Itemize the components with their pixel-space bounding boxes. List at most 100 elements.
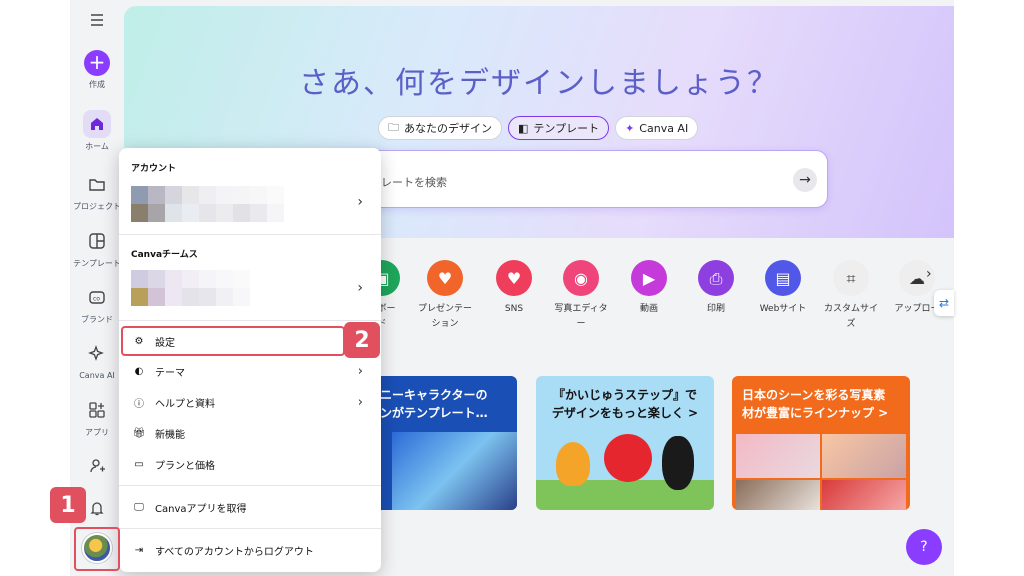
chevron-right-icon: › [357,394,363,410]
sidebar-item-canva-ai[interactable]: Canva AI [70,340,124,380]
photo-thumbnail [822,434,906,478]
promo-card-disney[interactable]: ズニーキャラクターの インがテンプレート… [362,376,517,510]
tab-canva-ai[interactable]: ✦ Canva AI [615,116,699,140]
hamburger-menu-icon[interactable] [70,14,124,28]
menu-item-label: テーマ [155,367,185,379]
category-label: SNS [504,304,524,314]
promo-card-kaijuu[interactable]: 『かいじゅうステップ』で デザインをもっと楽しく > [536,376,714,510]
divider [119,234,381,235]
menu-item-label: プランと価格 [155,460,215,472]
website-icon: ▤ [765,260,801,296]
category-photo-editor[interactable]: ◉ 写真エディタ ー [546,260,616,332]
menu-item-label: 新機能 [155,429,185,441]
help-button[interactable]: ? [906,529,942,565]
create-button[interactable]: + 作成 [70,50,124,90]
tab-label: テンプレート [533,122,600,135]
sidebar-item-label: プロジェクト [73,202,121,211]
sidebar-item-label: Canva AI [79,371,115,380]
avatar-highlight [74,527,120,571]
photo-thumbnail [736,480,820,510]
category-presentation[interactable]: ♥ プレゼンテー ション [410,260,480,332]
tab-label: Canva AI [639,121,689,135]
sidebar-item-projects[interactable]: プロジェクト [70,170,124,212]
account-menu: アカウント › Canvaチームス › ⚙ 設定 ◐ テーマ › ⓘ ヘルプと資… [119,148,381,572]
template-icon: ◧ [518,121,529,135]
team-header: Canvaチームス [131,250,198,260]
chevron-right-icon[interactable]: › [357,194,363,210]
divider [119,528,381,529]
menu-item-label: ヘルプと資料 [155,398,215,410]
folder-icon: 🗀 [388,120,399,134]
chevron-right-icon[interactable]: › [926,266,932,282]
photo-thumbnail [822,480,906,510]
page-title: さあ、何をデザインしましょう？ [299,66,779,101]
menu-item-theme[interactable]: ◐ テーマ › [131,360,371,382]
step-badge-1: 1 [50,487,86,523]
category-label: 印刷 [706,304,725,314]
crop-icon: ⌗ [833,260,869,296]
gift-icon: 🎁︎ [132,427,146,439]
sidebar-item-brand[interactable]: co ブランド [70,283,124,325]
create-label: 作成 [89,80,105,89]
category-label: Webサイト [759,304,807,314]
logout-icon: ⇥ [134,544,144,556]
chevron-right-icon[interactable]: › [357,280,363,296]
tab-label: あなたのデザイン [404,122,492,135]
translate-widget-icon[interactable]: ⇄ [934,290,954,316]
presentation-icon: ♥ [427,260,463,296]
promo-card-title: 『かいじゅうステップ』で デザインをもっと楽しく > [551,388,699,420]
design-type-tabs: 🗀 あなたのデザイン ◧ テンプレート ✦ Canva AI [378,116,699,140]
promo-card-photos[interactable]: 日本のシーンを彩る写真素 材が豊富にラインナップ > [732,376,910,510]
promo-card-image [392,432,517,510]
sidebar-item-apps[interactable]: アプリ [70,396,124,438]
brand-icon: co [83,283,111,311]
menu-item-plans[interactable]: ▭ プランと価格 [131,453,371,475]
account-header: アカウント [131,164,177,174]
divider [119,485,381,486]
svg-text:co: co [93,296,100,303]
menu-item-get-app[interactable]: 🖵 Canvaアプリを取得 [131,496,371,518]
category-sns[interactable]: ♥ SNS [479,260,549,317]
heart-icon: ♥ [496,260,532,296]
info-icon: ⓘ [134,398,144,410]
sidebar-item-label: テンプレート [73,259,121,268]
photo-thumbnail [736,434,820,478]
menu-item-help[interactable]: ⓘ ヘルプと資料 › [131,391,371,413]
settings-highlight [121,326,345,356]
sidebar-item-label: ホーム [85,142,109,151]
tab-your-designs[interactable]: 🗀 あなたのデザイン [378,116,502,140]
category-label: 動画 [639,304,658,314]
account-row-blurred[interactable] [131,186,301,222]
category-custom-size[interactable]: ⌗ カスタムサイ ズ [816,260,886,332]
video-icon: ▶ [631,260,667,296]
category-label: カスタムサイ ズ [823,304,878,329]
sidebar-item-label: ブランド [81,315,113,324]
chevron-right-icon: › [357,363,363,379]
menu-item-new-features[interactable]: 🎁︎ 新機能 [131,422,371,444]
category-video[interactable]: ▶ 動画 [614,260,684,317]
template-icon [83,227,111,255]
monster-illustration [662,436,694,490]
home-icon [83,110,111,138]
category-label: プレゼンテー ション [417,304,472,329]
arrow-right-icon[interactable]: → [793,168,817,192]
sidebar-item-people[interactable] [70,452,124,483]
team-row-blurred[interactable] [131,270,301,306]
search-input[interactable]: レートを検索 [381,174,447,190]
theme-icon: ◐ [134,365,144,377]
briefcase-icon: ▭ [134,458,144,470]
sidebar-item-templates[interactable]: テンプレート [70,227,124,269]
tab-templates[interactable]: ◧ テンプレート [508,116,610,140]
category-website[interactable]: ▤ Webサイト [748,260,818,317]
category-print[interactable]: ⎙ 印刷 [681,260,751,317]
menu-item-logout[interactable]: ⇥ すべてのアカウントからログアウト [131,539,371,561]
monitor-icon: 🖵 [134,501,144,513]
monster-illustration [604,434,652,482]
category-label: 写真エディタ ー [554,304,608,329]
sidebar-item-home[interactable]: ホーム [70,110,124,152]
printer-icon: ⎙ [698,260,734,296]
sparkle-icon [83,340,111,368]
promo-card-title: ズニーキャラクターの インがテンプレート… [368,388,488,420]
folder-icon [83,170,111,198]
monster-illustration [556,442,590,486]
